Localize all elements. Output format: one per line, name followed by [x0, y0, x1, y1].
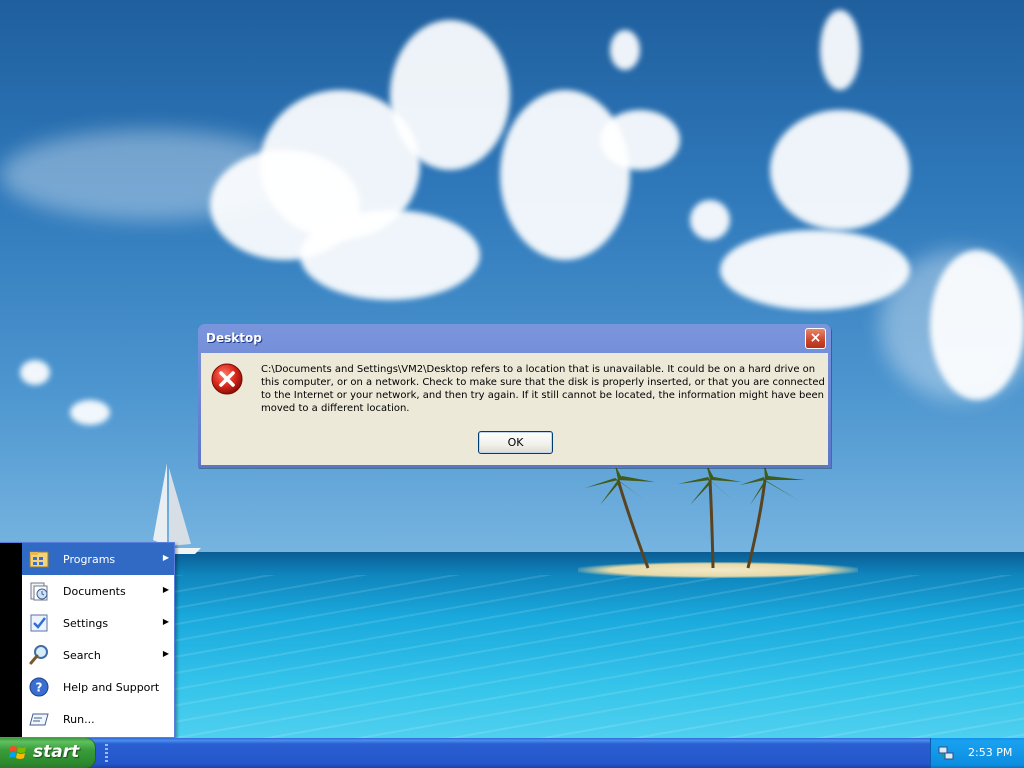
svg-text:?: ? [36, 681, 43, 695]
start-label: start [33, 742, 80, 762]
close-button[interactable]: × [805, 328, 826, 349]
error-dialog: Desktop × C:\Documents and Settings\VM2\… [198, 324, 831, 468]
submenu-arrow-icon: ▶ [162, 553, 169, 562]
dialog-message: C:\Documents and Settings\VM2\Desktop re… [261, 364, 825, 414]
error-icon [211, 363, 243, 395]
network-icon[interactable] [938, 745, 954, 761]
help-icon: ? [29, 677, 49, 697]
run-icon [29, 713, 49, 726]
settings-icon [30, 614, 48, 632]
menu-item-label: Help and Support [63, 680, 160, 694]
ok-button[interactable]: OK [478, 431, 553, 454]
menu-item-label: Search [63, 648, 101, 662]
search-icon [29, 645, 48, 665]
start-menu: Programs ▶ Documents ▶ Settings ▶ Search… [0, 542, 175, 738]
menu-item-label: Settings [63, 616, 109, 630]
taskbar: start 2:53 PM [0, 738, 1024, 768]
documents-icon [30, 582, 48, 601]
menu-item-help-and-support[interactable]: ? Help and Support [22, 671, 174, 703]
menu-item-documents[interactable]: Documents ▶ [22, 575, 174, 607]
clock[interactable]: 2:53 PM [968, 746, 1012, 759]
menu-item-settings[interactable]: Settings ▶ [22, 607, 174, 639]
windows-logo-icon [9, 746, 26, 759]
system-tray: 2:53 PM [930, 738, 1024, 768]
menu-item-label: Run... [63, 712, 95, 726]
dialog-titlebar[interactable]: Desktop × [201, 324, 828, 353]
submenu-arrow-icon: ▶ [162, 585, 169, 594]
submenu-arrow-icon: ▶ [162, 617, 169, 626]
palm-trees [585, 463, 805, 569]
taskbar-grip[interactable] [105, 744, 108, 762]
menu-item-search[interactable]: Search ▶ [22, 639, 174, 671]
start-button[interactable]: start [0, 738, 96, 768]
menu-item-programs[interactable]: Programs ▶ [22, 543, 174, 575]
menu-item-label: Programs [63, 552, 116, 566]
submenu-arrow-icon: ▶ [162, 649, 169, 658]
programs-icon [29, 551, 49, 568]
dialog-body: C:\Documents and Settings\VM2\Desktop re… [201, 353, 828, 465]
menu-item-label: Documents [63, 584, 126, 598]
dialog-title: Desktop [206, 331, 262, 345]
menu-item-run[interactable]: Run... [22, 703, 174, 735]
start-menu-banner [0, 543, 22, 737]
